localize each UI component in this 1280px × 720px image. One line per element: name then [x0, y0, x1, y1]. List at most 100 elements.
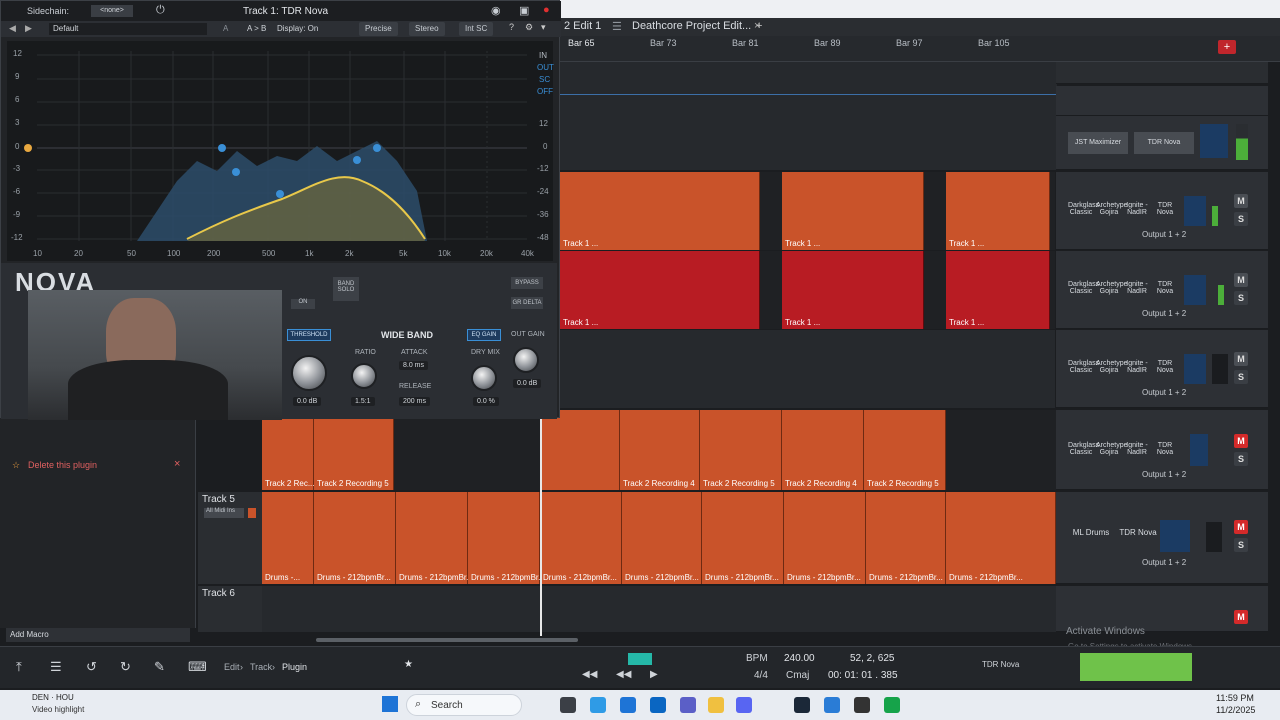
eye-icon[interactable]: ◉: [491, 4, 501, 17]
audio-clip[interactable]: Track 1 ...: [560, 172, 760, 250]
preset-select[interactable]: Default: [49, 23, 207, 35]
stereo-button[interactable]: Stereo: [409, 22, 445, 36]
attack-value[interactable]: 8.0 ms: [399, 361, 429, 370]
out-label[interactable]: OUT: [537, 63, 554, 72]
add-macro-button[interactable]: Add Macro: [6, 628, 190, 642]
audio-clip[interactable]: Track 2 Recording 4: [782, 410, 864, 490]
fx-tdr-nova[interactable]: TDR Nova: [1152, 202, 1178, 216]
audio-clip[interactable]: Drums - 212bpmBr...: [468, 492, 545, 584]
fx-ignite[interactable]: Ignite - NadIR: [1124, 202, 1150, 216]
fx-darkglass[interactable]: Darkglass Classic: [1068, 360, 1099, 374]
release-value[interactable]: 200 ms: [399, 397, 430, 406]
playhead[interactable]: [540, 410, 542, 636]
output-label[interactable]: Output 1 + 2: [1142, 470, 1186, 479]
fx-tdr-nova[interactable]: TDR Nova: [1152, 442, 1178, 456]
output-label[interactable]: Output 1 + 2: [1142, 309, 1186, 318]
audio-clip[interactable]: Track 1 ...: [946, 251, 1050, 329]
eq-display[interactable]: [7, 41, 553, 261]
dry-mix-value[interactable]: 0.0 %: [473, 397, 499, 406]
threshold-knob[interactable]: [291, 355, 327, 391]
ratio-knob[interactable]: [351, 363, 377, 389]
fx-ignite[interactable]: Ignite - NadIR: [1124, 360, 1150, 374]
news-widget-line1[interactable]: DEN · HOU: [32, 693, 74, 702]
taskbar-search[interactable]: ⌕ Search: [406, 694, 522, 716]
off-label[interactable]: OFF: [537, 87, 553, 96]
app-icon[interactable]: [884, 697, 900, 713]
track-input-select[interactable]: All Midi Ins: [204, 508, 244, 518]
next-preset-icon[interactable]: ▶: [25, 23, 32, 34]
audio-clip[interactable]: Track 2 Recording 5: [700, 410, 782, 490]
steam-icon[interactable]: [794, 697, 810, 713]
audio-clip[interactable]: Drums - 212bpmBr...: [784, 492, 866, 584]
band-solo-button[interactable]: BAND SOLO: [333, 277, 359, 301]
output-label[interactable]: Output 1 + 2: [1142, 558, 1186, 567]
plugin-title-bar[interactable]: Sidechain: <none> ⏻ Track 1: TDR Nova ◉ …: [1, 1, 561, 21]
fx-archetype[interactable]: Archetype Gojira: [1096, 442, 1128, 456]
audio-clip[interactable]: Drums - 212bpmBr...: [946, 492, 1056, 584]
track-5-lane[interactable]: Drums -... Drums - 212bpmBr... Drums - 2…: [262, 492, 1056, 584]
audio-clip[interactable]: Drums - 212bpmBr...: [622, 492, 702, 584]
add-track-button[interactable]: +: [1218, 40, 1236, 54]
fx-archetype[interactable]: Archetype Gojira: [1096, 202, 1128, 216]
tab-project[interactable]: Deathcore Project Edit...: [632, 20, 751, 32]
outlook-icon[interactable]: [650, 697, 666, 713]
store-icon[interactable]: [620, 697, 636, 713]
gear-icon[interactable]: ⚙: [525, 22, 533, 33]
fx-archetype[interactable]: Archetype Gojira: [1096, 360, 1128, 374]
track-5-header[interactable]: Track 5 All Midi Ins: [198, 492, 262, 584]
eq-gain-button[interactable]: EQ GAIN: [467, 329, 501, 341]
audio-clip[interactable]: Drums - 212bpmBr...: [540, 492, 622, 584]
fx-tdr-nova[interactable]: TDR Nova: [1134, 132, 1194, 154]
crumb-edit[interactable]: Edit: [224, 662, 240, 672]
audio-clip[interactable]: Track 1 ...: [946, 172, 1050, 250]
clock-date[interactable]: 11/2/2025: [1216, 705, 1255, 715]
fx-darkglass[interactable]: Darkglass Classic: [1068, 442, 1099, 456]
windows-start-icon[interactable]: [382, 696, 398, 712]
audio-clip[interactable]: Track 2 Recording 5: [314, 410, 394, 490]
tab-edit[interactable]: 2 Edit 1: [564, 20, 601, 32]
solo-button[interactable]: S: [1234, 538, 1248, 552]
audio-clip[interactable]: Drums - 212bpmBr...: [866, 492, 946, 584]
mute-button[interactable]: M: [1234, 520, 1248, 534]
mute-button[interactable]: M: [1234, 352, 1248, 366]
track-2-lane[interactable]: Track 1 ... Track 1 ... Track 1 ...: [560, 251, 1055, 329]
add-tab-icon[interactable]: +: [756, 20, 762, 32]
browser-icon[interactable]: [824, 697, 840, 713]
ratio-value[interactable]: 1.5:1: [351, 397, 375, 406]
teams-icon[interactable]: [680, 697, 696, 713]
track-3-lane[interactable]: [560, 330, 1055, 408]
help-icon[interactable]: ?: [509, 22, 514, 32]
audio-clip[interactable]: Track 1 ...: [782, 172, 924, 250]
output-label[interactable]: Output 1 + 2: [1142, 388, 1186, 397]
power-icon[interactable]: ⏻: [156, 4, 165, 17]
news-widget-line2[interactable]: Video highlight: [32, 705, 84, 714]
bpm-value[interactable]: 240.00: [784, 653, 815, 664]
audio-clip[interactable]: Track 1 ...: [560, 251, 760, 329]
camera-icon[interactable]: ▣: [519, 4, 529, 17]
audio-clip[interactable]: Track 2 Recording 4: [620, 410, 700, 490]
track-6-header[interactable]: Track 6: [198, 586, 262, 632]
precise-button[interactable]: Precise: [359, 22, 398, 36]
audio-clip[interactable]: Drums -...: [262, 492, 314, 584]
wrench-icon[interactable]: ✎: [154, 659, 165, 675]
solo-button[interactable]: S: [1234, 212, 1248, 226]
audio-clip[interactable]: Drums - 212bpmBr...: [314, 492, 396, 584]
mute-button[interactable]: M: [1234, 610, 1248, 624]
fx-ignite[interactable]: Ignite - NadIR: [1124, 281, 1150, 295]
mute-button[interactable]: M: [1234, 194, 1248, 208]
display-toggle[interactable]: Display: On: [277, 24, 318, 33]
threshold-button[interactable]: THRESHOLD: [287, 329, 331, 341]
in-label[interactable]: IN: [539, 51, 547, 60]
fx-tdr-nova[interactable]: TDR Nova: [1152, 281, 1178, 295]
audio-clip[interactable]: Drums - 212bpmBr...: [396, 492, 473, 584]
solo-button[interactable]: S: [1234, 291, 1248, 305]
favorite-icon[interactable]: ★: [404, 659, 413, 670]
mute-button[interactable]: M: [1234, 273, 1248, 287]
back-icon[interactable]: ◀◀: [616, 669, 631, 680]
play-icon[interactable]: ▶: [650, 669, 658, 680]
undo-icon[interactable]: ↺: [86, 659, 97, 675]
fx-tdr-nova[interactable]: TDR Nova: [1152, 360, 1178, 374]
horizontal-scrollbar[interactable]: [316, 638, 578, 642]
close-icon[interactable]: ●: [543, 4, 550, 16]
audio-clip[interactable]: Track 1 ...: [782, 251, 924, 329]
